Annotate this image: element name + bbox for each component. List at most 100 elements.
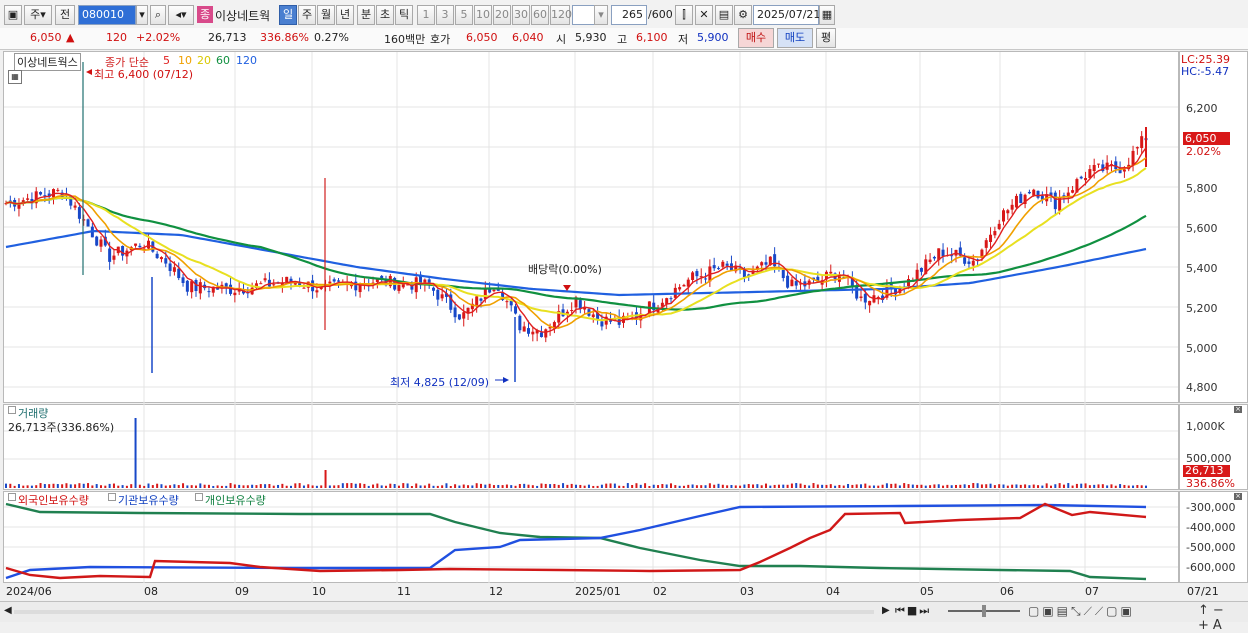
- volume-bar: [739, 485, 742, 488]
- holding-panel-icon[interactable]: [8, 493, 16, 501]
- volume-bar: [117, 485, 120, 488]
- zoom-handle[interactable]: [982, 605, 986, 617]
- volume-bar: [229, 483, 232, 488]
- volume-close-icon[interactable]: ×: [1234, 406, 1242, 413]
- volume-bar: [743, 484, 746, 488]
- volume-panel-icon[interactable]: [8, 406, 16, 414]
- table-icon[interactable]: ▦: [8, 70, 22, 84]
- candle-body: [168, 263, 172, 271]
- candle-body: [147, 240, 150, 249]
- volume-bar: [1140, 485, 1143, 488]
- volume-bar: [233, 484, 236, 488]
- volume-bar: [583, 485, 586, 488]
- volume-bar: [1011, 484, 1014, 488]
- volume-bar: [169, 485, 172, 488]
- volume-bar: [855, 484, 858, 488]
- candle-body: [198, 282, 202, 294]
- volume-bar: [1101, 484, 1104, 488]
- price-tick: 5,000: [1186, 342, 1218, 355]
- playback-controls-icon[interactable]: ⏮■⏭: [895, 604, 931, 618]
- volume-bar: [510, 485, 513, 488]
- volume-last-pct: 336.86%: [1186, 477, 1235, 490]
- volume-bar: [1054, 484, 1057, 488]
- x-tick: 07: [1085, 585, 1099, 598]
- volume-bar: [39, 483, 42, 488]
- volume-bar: [1136, 485, 1139, 488]
- volume-bar: [894, 483, 897, 488]
- volume-bar: [570, 483, 573, 488]
- zoom-controls-icon[interactable]: ↑−+A: [1198, 603, 1248, 633]
- x-tick: 04: [826, 585, 840, 598]
- volume-bar: [890, 483, 893, 488]
- volume-bar: [963, 484, 966, 488]
- candle-body: [1140, 136, 1144, 149]
- scroll-left-icon[interactable]: ◀: [4, 605, 12, 616]
- volume-bar: [346, 483, 349, 488]
- candle-body: [397, 284, 401, 291]
- grid-lines: [4, 52, 1178, 583]
- candle-body: [337, 280, 340, 282]
- volume-bar: [156, 483, 159, 488]
- volume-bar: [998, 484, 1001, 488]
- volume-bar: [471, 485, 474, 488]
- volume-bar: [225, 485, 228, 488]
- ma-60-label: 60: [216, 54, 230, 67]
- volume-bar: [885, 483, 888, 488]
- volume-bar: [1041, 485, 1044, 488]
- volume-bar: [458, 485, 461, 488]
- volume-bar: [1015, 484, 1018, 488]
- holding-tick: -600,000: [1186, 561, 1236, 574]
- volume-bar: [311, 485, 314, 488]
- volume-bar: [557, 484, 560, 488]
- candle-body: [112, 255, 116, 260]
- volume-bar: [488, 483, 491, 488]
- scroll-right-icon[interactable]: ▶: [882, 605, 890, 616]
- volume-bar: [864, 483, 867, 488]
- candles: [4, 127, 1148, 382]
- candle-body: [1027, 191, 1031, 194]
- scroll-track[interactable]: [14, 610, 874, 614]
- volume-bar: [734, 485, 737, 488]
- volume-bar: [13, 485, 16, 488]
- volume-bar: [1084, 483, 1087, 488]
- volume-bar: [812, 483, 815, 488]
- volume-bar: [929, 485, 932, 488]
- candle-body: [678, 287, 682, 290]
- volume-bar: [790, 483, 793, 488]
- volume-bar: [480, 483, 482, 488]
- candle-body: [963, 257, 967, 264]
- volume-bar: [385, 485, 387, 488]
- candle-body: [354, 281, 358, 291]
- candle-body: [1010, 204, 1014, 210]
- volume-bar: [682, 485, 685, 488]
- volume-bar: [428, 483, 431, 488]
- volume-bar: [445, 483, 448, 488]
- volume-bar: [104, 485, 107, 488]
- candle-body: [86, 219, 90, 227]
- drawing-tools-icons[interactable]: ▢▣▤⤡⟋⟋▢▣: [1028, 604, 1135, 619]
- volume-bar: [937, 484, 940, 488]
- candle-body: [932, 256, 936, 259]
- volume-bar: [700, 485, 703, 488]
- volume-bar: [419, 485, 422, 488]
- candle-body: [691, 272, 695, 281]
- candle-body: [263, 278, 267, 281]
- candle-body: [315, 290, 319, 293]
- candle-body: [695, 271, 699, 277]
- volume-bar: [618, 485, 621, 488]
- candle-body: [73, 205, 77, 208]
- candle-body: [781, 269, 785, 279]
- volume-bar: [955, 484, 957, 488]
- candle-body: [984, 240, 988, 248]
- volume-bar: [87, 483, 90, 488]
- candle-body: [989, 234, 993, 242]
- last-price-tag: 6,050: [1183, 132, 1230, 145]
- volume-bar: [294, 483, 297, 488]
- volume-bar: [82, 483, 85, 488]
- volume-bar: [652, 484, 655, 488]
- candle-body: [1131, 150, 1135, 166]
- holding-close-icon[interactable]: ×: [1234, 493, 1242, 500]
- volume-bar: [251, 484, 254, 488]
- price-tick: 6,200: [1186, 102, 1218, 115]
- volume-bar: [454, 484, 457, 488]
